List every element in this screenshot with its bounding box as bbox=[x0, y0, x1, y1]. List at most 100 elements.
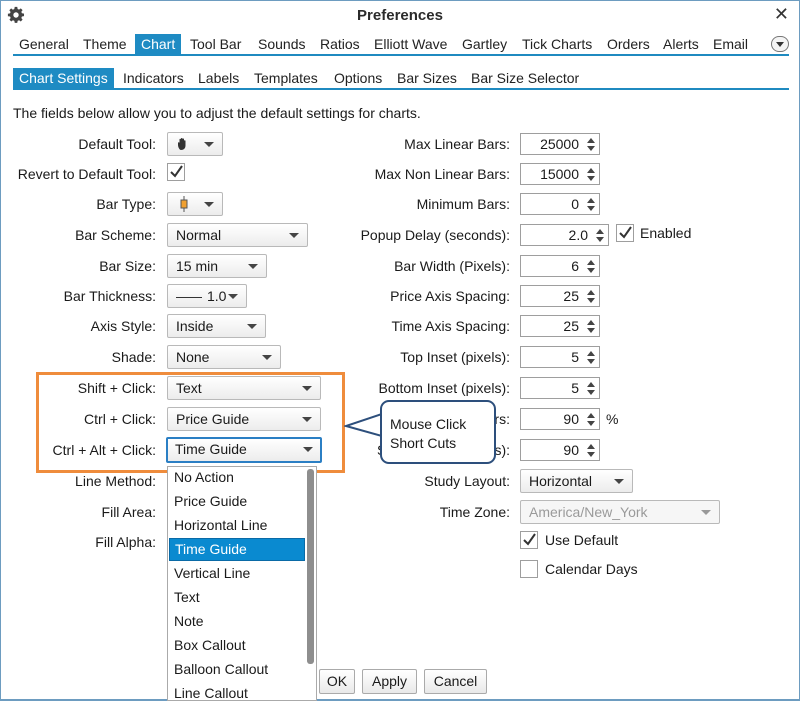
tab-general[interactable]: General bbox=[13, 34, 75, 56]
dropdown-item-price-guide[interactable]: Price Guide bbox=[169, 491, 305, 514]
shade-select[interactable]: None bbox=[167, 345, 281, 369]
spinner-down-icon[interactable] bbox=[596, 237, 604, 242]
tab-gartley[interactable]: Gartley bbox=[456, 34, 513, 56]
bar-type-select[interactable] bbox=[167, 192, 223, 216]
spinner-up-icon[interactable] bbox=[587, 320, 595, 325]
tab-tool-bar[interactable]: Tool Bar bbox=[184, 34, 247, 56]
top-inset-spinner[interactable]: 5 bbox=[520, 346, 600, 368]
dropdown-item-vertical-line[interactable]: Vertical Line bbox=[169, 563, 305, 586]
spinner-down-icon[interactable] bbox=[587, 268, 595, 273]
bottom-inset-label: Bottom Inset (pixels): bbox=[378, 380, 511, 396]
fill-alpha-label: Fill Alpha: bbox=[95, 534, 156, 550]
checkmark-icon bbox=[523, 533, 536, 546]
sub-tab-bar: Chart Settings Indicators Labels Templat… bbox=[13, 68, 789, 90]
partial-bars-spinner[interactable]: 90 bbox=[520, 408, 600, 430]
bar-width-label: Bar Width (Pixels): bbox=[394, 258, 510, 274]
candlestick-icon bbox=[180, 196, 188, 212]
spinner-up-icon[interactable] bbox=[587, 351, 595, 356]
line-thickness-icon bbox=[176, 296, 202, 298]
spinner-up-icon[interactable] bbox=[587, 168, 595, 173]
spinner-up-icon[interactable] bbox=[587, 260, 595, 265]
time-axis-spacing-spinner[interactable]: 25 bbox=[520, 315, 600, 337]
spinner-down-icon[interactable] bbox=[587, 421, 595, 426]
popup-enabled-checkbox[interactable] bbox=[616, 224, 634, 242]
default-tool-select[interactable] bbox=[167, 132, 223, 156]
tab-theme[interactable]: Theme bbox=[77, 34, 133, 56]
dropdown-item-time-guide[interactable]: Time Guide bbox=[169, 538, 305, 561]
chevron-down-icon bbox=[204, 202, 214, 207]
main-tab-bar: General Theme Chart Tool Bar Sounds Rati… bbox=[13, 34, 789, 56]
tab-labels[interactable]: Labels bbox=[192, 68, 245, 90]
bar-thickness-select[interactable]: 1.0 bbox=[167, 284, 247, 308]
minimum-bars-spinner[interactable]: 0 bbox=[520, 193, 600, 215]
spinner-down-icon[interactable] bbox=[587, 298, 595, 303]
dropdown-item-note[interactable]: Note bbox=[169, 611, 305, 634]
more-tabs-chevron-icon[interactable] bbox=[771, 36, 789, 52]
dropdown-item-text[interactable]: Text bbox=[169, 587, 305, 610]
spinner-up-icon[interactable] bbox=[587, 138, 595, 143]
price-axis-spacing-spinner[interactable]: 25 bbox=[520, 285, 600, 307]
time-axis-spacing-value: 25 bbox=[563, 318, 579, 334]
dropdown-item-balloon-callout[interactable]: Balloon Callout bbox=[169, 659, 305, 682]
tab-chart-settings[interactable]: Chart Settings bbox=[13, 68, 114, 90]
tab-orders[interactable]: Orders bbox=[601, 34, 656, 56]
tab-options[interactable]: Options bbox=[328, 68, 388, 90]
max-linear-bars-spinner[interactable]: 25000 bbox=[520, 133, 600, 155]
revert-default-tool-label: Revert to Default Tool: bbox=[17, 166, 156, 182]
tab-ratios[interactable]: Ratios bbox=[314, 34, 366, 56]
bar-scheme-select[interactable]: Normal bbox=[167, 223, 308, 247]
spinner-up-icon[interactable] bbox=[587, 198, 595, 203]
tab-alerts[interactable]: Alerts bbox=[657, 34, 705, 56]
spinner-down-icon[interactable] bbox=[587, 206, 595, 211]
spinner-up-icon[interactable] bbox=[587, 290, 595, 295]
tab-tick-charts[interactable]: Tick Charts bbox=[516, 34, 598, 56]
popup-delay-spinner[interactable]: 2.0 bbox=[520, 224, 609, 246]
price-axis-spacing-label: Price Axis Spacing: bbox=[390, 288, 510, 304]
dropdown-item-line-callout[interactable]: Line Callout bbox=[169, 683, 305, 700]
spinner-up-icon[interactable] bbox=[587, 413, 595, 418]
popup-delay-label: Popup Delay (seconds): bbox=[360, 227, 510, 243]
spinner-down-icon[interactable] bbox=[587, 176, 595, 181]
tab-indicators[interactable]: Indicators bbox=[117, 68, 190, 90]
max-nonlinear-bars-spinner[interactable]: 15000 bbox=[520, 163, 600, 185]
partial-pixels-spinner[interactable]: 90 bbox=[520, 439, 600, 461]
study-layout-select[interactable]: Horizontal bbox=[520, 469, 633, 493]
use-default-checkbox[interactable] bbox=[520, 531, 538, 549]
dropdown-scrollbar[interactable] bbox=[307, 469, 314, 664]
close-icon[interactable]: ✕ bbox=[774, 4, 789, 25]
apply-button[interactable]: Apply bbox=[362, 669, 417, 694]
spinner-up-icon[interactable] bbox=[587, 444, 595, 449]
dropdown-item-no-action[interactable]: No Action bbox=[169, 467, 305, 490]
callout-line-2: Short Cuts bbox=[390, 435, 457, 451]
spinner-down-icon[interactable] bbox=[587, 452, 595, 457]
bar-size-select[interactable]: 15 min bbox=[167, 254, 267, 278]
spinner-up-icon[interactable] bbox=[587, 382, 595, 387]
spinner-down-icon[interactable] bbox=[587, 328, 595, 333]
time-zone-select[interactable]: America/New_York bbox=[520, 500, 720, 524]
tab-bar-size-selector[interactable]: Bar Size Selector bbox=[465, 68, 585, 90]
spinner-down-icon[interactable] bbox=[587, 359, 595, 364]
revert-default-tool-checkbox[interactable] bbox=[167, 163, 185, 181]
tab-elliott-wave[interactable]: Elliott Wave bbox=[368, 34, 453, 56]
dropdown-item-horizontal-line[interactable]: Horizontal Line bbox=[169, 515, 305, 538]
bottom-inset-spinner[interactable]: 5 bbox=[520, 377, 600, 399]
cancel-button[interactable]: Cancel bbox=[424, 669, 487, 694]
tab-chart[interactable]: Chart bbox=[135, 34, 182, 56]
intro-text: The fields below allow you to adjust the… bbox=[13, 105, 421, 121]
tab-sounds[interactable]: Sounds bbox=[252, 34, 311, 56]
axis-style-select[interactable]: Inside bbox=[167, 314, 266, 338]
axis-style-value: Inside bbox=[176, 318, 214, 334]
calendar-days-label: Calendar Days bbox=[545, 561, 638, 577]
calendar-days-checkbox[interactable] bbox=[520, 560, 538, 578]
tab-bar-sizes[interactable]: Bar Sizes bbox=[391, 68, 463, 90]
tab-templates[interactable]: Templates bbox=[248, 68, 324, 90]
spinner-up-icon[interactable] bbox=[596, 229, 604, 234]
bar-size-label: Bar Size: bbox=[99, 258, 156, 274]
spinner-down-icon[interactable] bbox=[587, 390, 595, 395]
spinner-down-icon[interactable] bbox=[587, 146, 595, 151]
bar-width-spinner[interactable]: 6 bbox=[520, 255, 600, 277]
ok-button[interactable]: OK bbox=[319, 669, 355, 694]
callout-line-1: Mouse Click bbox=[390, 416, 467, 432]
dropdown-item-box-callout[interactable]: Box Callout bbox=[169, 635, 305, 658]
tab-email[interactable]: Email bbox=[707, 34, 754, 56]
